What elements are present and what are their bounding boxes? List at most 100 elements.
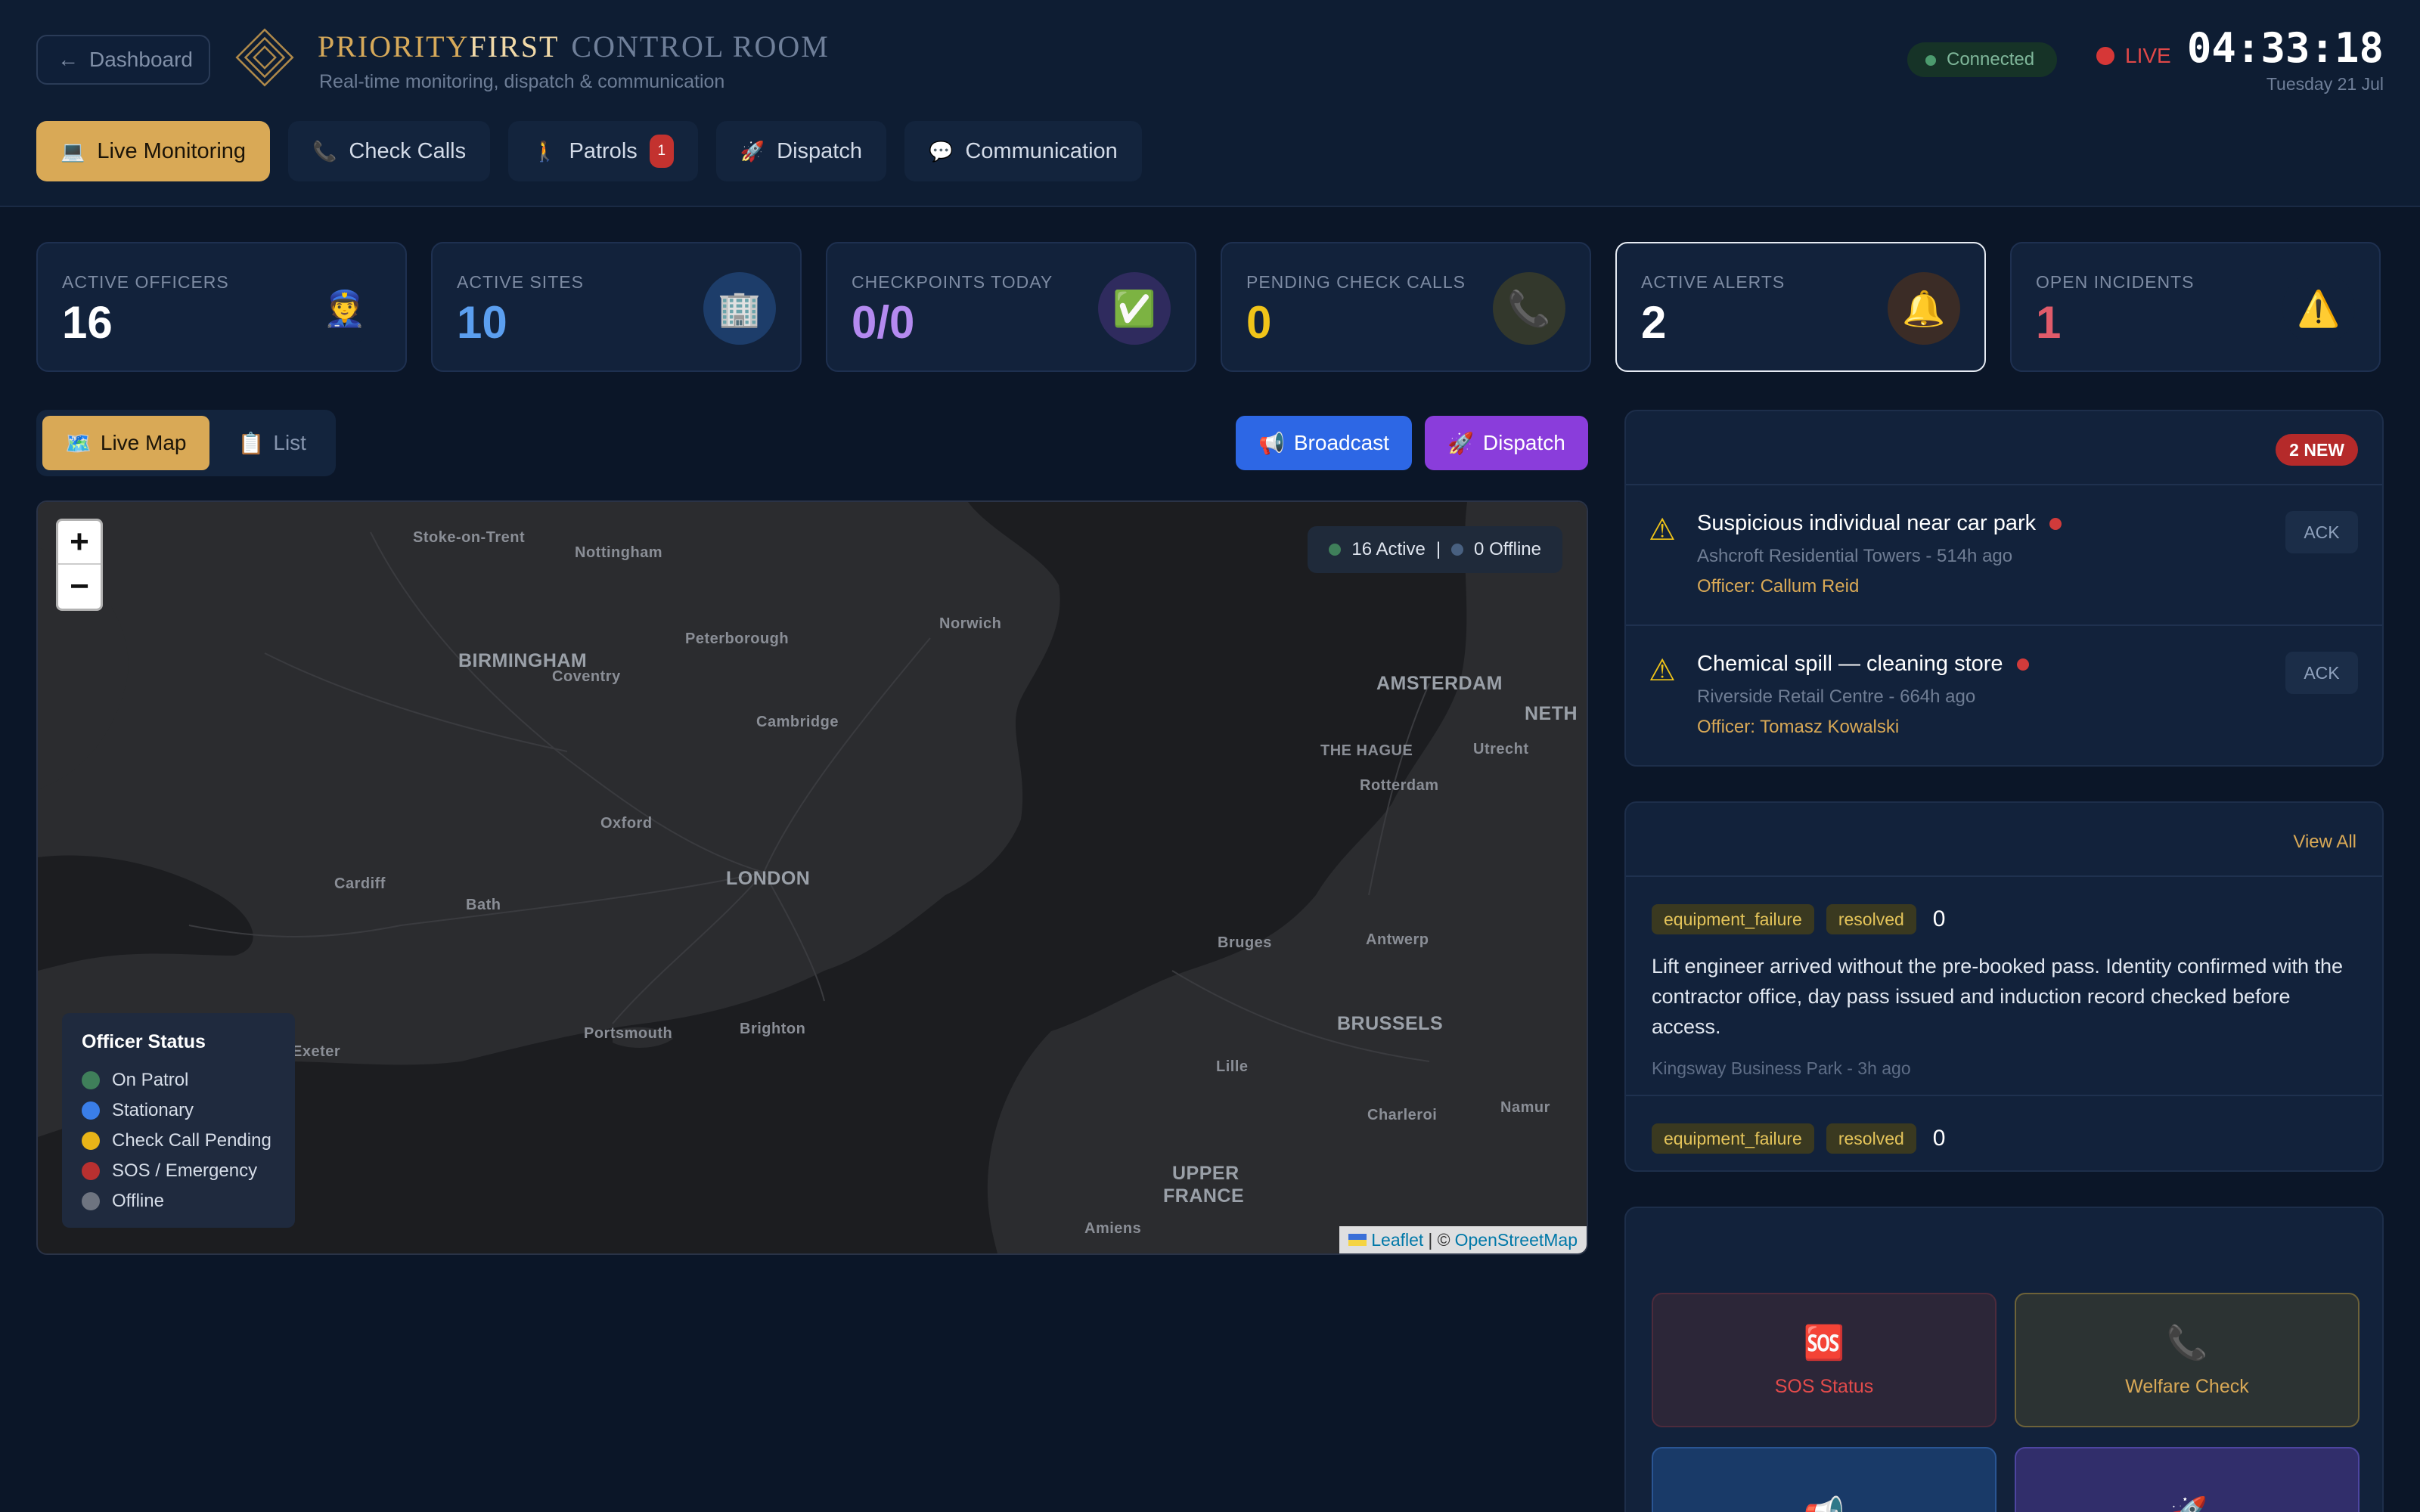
alert-title: Chemical spill — cleaning store (1697, 652, 2029, 677)
map-label-amsterdam: AMSTERDAM (1376, 673, 1503, 694)
map-label-exeter: Exeter (292, 1043, 341, 1060)
incident-type-tag: equipment_failure (1652, 1123, 1814, 1154)
map-label-peterborough: Peterborough (685, 631, 790, 647)
date: Tuesday 21 Jul (2266, 74, 2384, 94)
broadcast-button[interactable]: 📢 Broadcast (1236, 416, 1412, 470)
map-label-lille: Lille (1216, 1058, 1249, 1075)
patrols-count-badge: 1 (649, 135, 674, 168)
quick-dispatch-button[interactable]: 🚀 (2015, 1447, 2360, 1512)
check-mark-icon: ✅ (1098, 272, 1171, 345)
warning-icon: ⚠ (1649, 513, 1676, 547)
active-alerts-panel: 2 NEW ⚠ Suspicious individual near car p… (1624, 410, 2384, 767)
zoom-in-button[interactable]: + (58, 521, 101, 565)
tab-dispatch[interactable]: 🚀 Dispatch (715, 121, 886, 181)
status-dot-icon (82, 1162, 100, 1180)
brand-part-first: FIRST (469, 29, 560, 64)
stat-active-officers[interactable]: ACTIVE OFFICERS 16 👮 (36, 242, 407, 372)
legend-label: SOS / Emergency (112, 1160, 258, 1181)
quick-broadcast-button[interactable]: 📢 (1652, 1447, 1996, 1512)
tab-label: Patrols (569, 138, 638, 163)
tab-label: Check Calls (349, 138, 467, 163)
rocket-icon: 🚀 (2167, 1495, 2208, 1512)
stat-value: 2 (1641, 297, 1667, 348)
openstreetmap-link[interactable]: OpenStreetMap (1455, 1230, 1578, 1250)
office-building-icon: 🏢 (703, 272, 776, 345)
map-label-nottingham: Nottingham (575, 544, 663, 561)
tab-check-calls[interactable]: 📞 Check Calls (288, 121, 491, 181)
welfare-check-button[interactable]: 📞 Welfare Check (2015, 1293, 2360, 1427)
map-label-amiens: Amiens (1084, 1220, 1142, 1237)
sos-status-button[interactable]: 🆘 SOS Status (1652, 1293, 1996, 1427)
stat-label: OPEN INCIDENTS (2036, 272, 2195, 292)
officer-status-legend: Officer Status On Patrol Stationary Chec… (62, 1013, 295, 1228)
incident-meta: Kingsway Business Park - 3h ago (1652, 1058, 1911, 1078)
arrow-left-icon: ← (57, 48, 79, 71)
stat-checkpoints-today[interactable]: CHECKPOINTS TODAY 0/0 ✅ (826, 242, 1196, 372)
back-to-dashboard-button[interactable]: ← Dashboard (36, 35, 210, 85)
incidents-panel: View All equipment_failure resolved 0 Li… (1624, 801, 2384, 1172)
alert-meta: Ashcroft Residential Towers - 514h ago (1697, 546, 2013, 566)
map-label-charleroi: Charleroi (1367, 1107, 1438, 1123)
brand-part-control-room: CONTROL ROOM (571, 29, 830, 64)
alert-item[interactable]: ⚠ Chemical spill — cleaning store Rivers… (1626, 624, 2382, 764)
incident-status-tag: resolved (1826, 1123, 1916, 1154)
ack-button[interactable]: ACK (2285, 652, 2358, 694)
map-label-france: FRANCE (1163, 1185, 1245, 1207)
map-label-oxford: Oxford (600, 815, 653, 832)
clock: 04:33:18 (2186, 24, 2384, 72)
connection-status-badge: Connected (1907, 42, 2058, 77)
map-label-cardiff: Cardiff (334, 875, 386, 892)
stat-pending-check-calls[interactable]: PENDING CHECK CALLS 0 📞 (1221, 242, 1591, 372)
map-label-rotterdam: Rotterdam (1360, 777, 1439, 794)
legend-item-stationary: Stationary (82, 1095, 275, 1126)
unread-dot-icon (2049, 517, 2062, 530)
tab-live-monitoring[interactable]: 💻 Live Monitoring (36, 121, 271, 181)
leaflet-link[interactable]: Leaflet (1371, 1230, 1423, 1250)
tab-communication[interactable]: 💬 Communication (904, 121, 1142, 181)
legend-title: Officer Status (82, 1031, 206, 1052)
rocket-icon: 🚀 (1447, 431, 1474, 455)
sos-icon: 🆘 (1803, 1324, 1845, 1362)
tab-label: Communication (965, 138, 1118, 163)
alert-item[interactable]: ⚠ Suspicious individual near car park As… (1626, 484, 2382, 623)
dispatch-button[interactable]: 🚀 Dispatch (1425, 416, 1588, 470)
quick-actions-panel: 🆘 SOS Status 📞 Welfare Check 📢 🚀 (1624, 1207, 2384, 1512)
incident-item[interactable]: equipment_failure resolved 0 Lift engine… (1626, 875, 2382, 1095)
brand-subtitle: Real-time monitoring, dispatch & communi… (319, 71, 725, 92)
status-dot-icon (82, 1101, 100, 1120)
brand-logo-icon (235, 28, 294, 87)
status-dot-icon (82, 1071, 100, 1089)
megaphone-icon: 📢 (1258, 431, 1285, 455)
incident-item[interactable]: equipment_failure resolved 0 (1626, 1095, 2382, 1170)
dispatch-label: Dispatch (1482, 431, 1565, 454)
live-indicator: LIVE (2096, 44, 2171, 68)
warning-icon: ⚠️ (2282, 272, 2355, 345)
toggle-live-map-button[interactable]: 🗺️ Live Map (42, 416, 209, 470)
legend-label: On Patrol (112, 1070, 189, 1090)
map-label-stoke: Stoke-on-Trent (413, 529, 526, 546)
toggle-list-button[interactable]: 📋 List (216, 416, 329, 470)
active-count: 16 Active (1351, 539, 1426, 559)
ack-button[interactable]: ACK (2285, 511, 2358, 553)
legend-label: Offline (112, 1191, 164, 1211)
live-label: LIVE (2125, 44, 2171, 67)
stat-value: 1 (2036, 297, 2062, 348)
zoom-out-button[interactable]: − (58, 565, 101, 609)
stat-active-alerts[interactable]: ACTIVE ALERTS 2 🔔 (1615, 242, 1986, 372)
stat-active-sites[interactable]: ACTIVE SITES 10 🏢 (431, 242, 802, 372)
live-map[interactable]: Stoke-on-Trent Nottingham Norwich Peterb… (36, 500, 1588, 1255)
tab-patrols[interactable]: 🚶 Patrols 1 (508, 121, 698, 181)
map-label-bruges: Bruges (1218, 934, 1272, 951)
warning-icon: ⚠ (1649, 654, 1676, 687)
map-label-the-hague: THE HAGUE (1320, 742, 1413, 759)
megaphone-icon: 📢 (1804, 1495, 1845, 1512)
phone-icon: 📞 (2166, 1324, 2208, 1362)
legend-item-offline: Offline (82, 1186, 275, 1216)
brand-part-priority: PRIORITY (318, 29, 470, 64)
offline-dot-icon (1451, 544, 1464, 556)
phone-icon: 📞 (312, 139, 337, 163)
view-all-link[interactable]: View All (2293, 832, 2356, 853)
status-dot-icon (82, 1132, 100, 1150)
stat-open-incidents[interactable]: OPEN INCIDENTS 1 ⚠️ (2010, 242, 2381, 372)
map-label-antwerp: Antwerp (1366, 931, 1429, 948)
